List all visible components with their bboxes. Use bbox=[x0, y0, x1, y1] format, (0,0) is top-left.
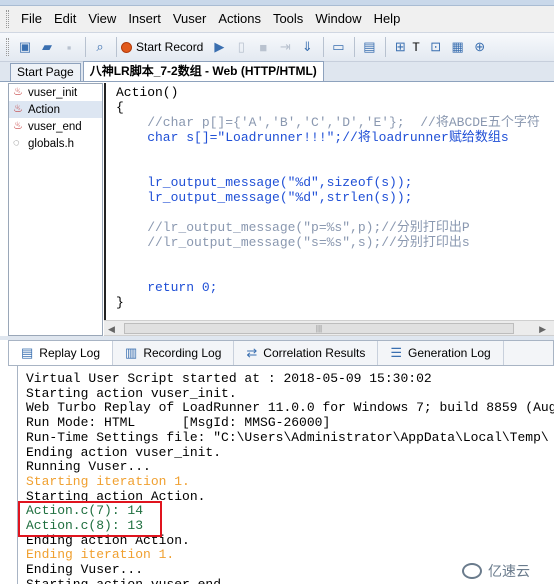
stop-icon[interactable]: ■ bbox=[253, 37, 273, 57]
tab-generation-log[interactable]: ☰ Generation Log bbox=[378, 341, 504, 365]
menu-file[interactable]: File bbox=[15, 8, 48, 30]
tab-label: Generation Log bbox=[407, 346, 491, 360]
menu-edit[interactable]: Edit bbox=[48, 8, 82, 30]
menu-bar: File Edit View Insert Vuser Actions Tool… bbox=[0, 6, 554, 32]
text-check-label[interactable]: T bbox=[412, 40, 419, 54]
log-line: Starting iteration 1. bbox=[26, 473, 190, 489]
menu-actions[interactable]: Actions bbox=[212, 8, 267, 30]
log-line: Ending action vuser_init. bbox=[26, 444, 222, 460]
watermark-logo-icon bbox=[462, 563, 482, 579]
watermark: 亿速云 bbox=[462, 560, 552, 582]
log-line: Virtual User Script started at : 2018-05… bbox=[26, 371, 432, 386]
toolbar-separator bbox=[323, 37, 325, 57]
step-icon[interactable]: ⇥ bbox=[275, 37, 295, 57]
correlation-icon: ⇄ bbox=[246, 345, 258, 360]
action-icon: ♨ bbox=[13, 103, 23, 115]
parameter-icon[interactable]: ▦ bbox=[448, 37, 468, 57]
tab-recording-log[interactable]: ▥ Recording Log bbox=[113, 341, 235, 365]
watermark-text: 亿速云 bbox=[488, 563, 530, 579]
start-record-button[interactable]: Start Record bbox=[136, 40, 203, 54]
tree-item-action[interactable]: ♨ Action bbox=[9, 101, 102, 118]
code-line: //lr_output_message("s=%s",s);//分别打印出s bbox=[116, 235, 470, 250]
code-line: } bbox=[116, 295, 124, 310]
tab-start-page[interactable]: Start Page bbox=[10, 63, 81, 81]
code-line: return 0; bbox=[116, 280, 218, 295]
toolbar: ▣ ▰ ▪ ⌕ Start Record ▶ ▯ ■ ⇥ ⇓ ▭ ▤ ⊞ T ⊡… bbox=[0, 32, 554, 62]
tab-label: Replay Log bbox=[39, 346, 101, 360]
output-tabs: ▤ Replay Log ▥ Recording Log ⇄ Correlati… bbox=[8, 340, 554, 366]
log-line: Running Vuser... bbox=[26, 459, 151, 475]
insert-icon[interactable]: ⊡ bbox=[426, 37, 446, 57]
scroll-left-icon[interactable]: ◀ bbox=[108, 324, 115, 335]
tab-correlation-results[interactable]: ⇄ Correlation Results bbox=[234, 341, 379, 365]
new-script-icon[interactable]: ▣ bbox=[15, 37, 35, 57]
menu-help[interactable]: Help bbox=[368, 8, 407, 30]
replay-log-output[interactable]: Virtual User Script started at : 2018-05… bbox=[17, 366, 554, 584]
menu-window[interactable]: Window bbox=[309, 8, 367, 30]
toolbar-separator bbox=[116, 37, 117, 57]
code-line: lr_output_message("%d",sizeof(s)); bbox=[116, 175, 413, 190]
editor-horizontal-scrollbar[interactable]: ◀ ||| ▶ bbox=[104, 320, 554, 336]
display-icon[interactable]: ▭ bbox=[328, 37, 348, 57]
toolbar-separator bbox=[385, 37, 387, 57]
save-icon[interactable]: ▪ bbox=[59, 37, 79, 57]
tree-item-vuser-init[interactable]: ♨ vuser_init bbox=[9, 84, 102, 101]
code-line: { bbox=[116, 100, 124, 115]
tab-replay-log[interactable]: ▤ Replay Log bbox=[9, 341, 114, 365]
menu-view[interactable]: View bbox=[82, 8, 122, 30]
log-line: Run Mode: HTML [MsgId: MMSG-26000] bbox=[26, 415, 331, 431]
tree-item-label: vuser_end bbox=[28, 120, 82, 133]
tree-item-globals[interactable]: ◌ globals.h bbox=[9, 135, 102, 152]
tree-item-label: Action bbox=[28, 103, 60, 116]
action-icon: ♨ bbox=[13, 86, 23, 98]
compile-icon[interactable]: ⇓ bbox=[297, 37, 317, 57]
tree-item-label: globals.h bbox=[28, 137, 75, 150]
transaction-icon[interactable]: ⊞ bbox=[390, 37, 410, 57]
tree-item-label: vuser_init bbox=[28, 86, 78, 99]
menu-insert[interactable]: Insert bbox=[122, 8, 167, 30]
open-folder-icon[interactable]: ▰ bbox=[37, 37, 57, 57]
toolbar-separator bbox=[85, 37, 86, 57]
log-line: Ending iteration 1. bbox=[26, 547, 175, 563]
code-line: //char p[]={'A','B','C','D','E'}; //将ABC… bbox=[116, 115, 540, 130]
menu-vuser[interactable]: Vuser bbox=[167, 8, 212, 30]
document-tabs: Start Page 八神LR脚本_7-2数组 - Web (HTTP/HTML… bbox=[0, 61, 554, 82]
code-editor[interactable]: Action(){ //char p[]={'A','B','C','D','E… bbox=[104, 83, 554, 320]
scroll-right-icon[interactable]: ▶ bbox=[539, 324, 546, 335]
zoom-icon[interactable]: ⊕ bbox=[470, 37, 490, 57]
tab-script[interactable]: 八神LR脚本_7-2数组 - Web (HTTP/HTML) bbox=[82, 61, 324, 81]
log-line: Web Turbo Replay of LoadRunner 11.0.0 fo… bbox=[26, 400, 554, 416]
code-line: char s[]="Loadrunner!!!";//将loadrunner赋给… bbox=[116, 130, 509, 145]
menu-grip bbox=[6, 10, 9, 28]
log-line: Ending Vuser... bbox=[26, 562, 144, 578]
toolbar-separator bbox=[354, 37, 356, 57]
record-icon[interactable] bbox=[121, 41, 132, 53]
log-line: Starting action vuser_init. bbox=[26, 385, 237, 401]
code-line: Action() bbox=[116, 85, 179, 100]
header-file-icon: ◌ bbox=[13, 137, 20, 149]
script-view-icon[interactable]: ▤ bbox=[359, 37, 379, 57]
find-icon[interactable]: ⌕ bbox=[90, 37, 110, 57]
tab-label: Correlation Results bbox=[263, 346, 366, 360]
pause-icon[interactable]: ▯ bbox=[231, 37, 251, 57]
tree-item-vuser-end[interactable]: ♨ vuser_end bbox=[9, 118, 102, 135]
action-icon: ♨ bbox=[13, 120, 23, 132]
toolbar-grip bbox=[6, 38, 9, 56]
code-line: //lr_output_message("p=%s",p);//分别打印出P bbox=[116, 220, 470, 235]
script-tree: ♨ vuser_init ♨ Action ♨ vuser_end ◌ glob… bbox=[8, 83, 103, 336]
recording-log-icon: ▥ bbox=[125, 345, 138, 360]
replay-log-icon: ▤ bbox=[21, 345, 34, 360]
generation-log-icon: ☰ bbox=[390, 345, 402, 360]
highlight-box bbox=[18, 501, 162, 537]
scrollbar-thumb[interactable]: ||| bbox=[124, 323, 514, 334]
code-line: lr_output_message("%d",strlen(s)); bbox=[116, 190, 413, 205]
log-line: Starting action vuser_end. bbox=[26, 577, 229, 584]
tab-label: Recording Log bbox=[143, 346, 222, 360]
play-icon[interactable]: ▶ bbox=[209, 37, 229, 57]
menu-tools[interactable]: Tools bbox=[267, 8, 309, 30]
log-line: Run-Time Settings file: "C:\Users\Admini… bbox=[26, 429, 549, 445]
